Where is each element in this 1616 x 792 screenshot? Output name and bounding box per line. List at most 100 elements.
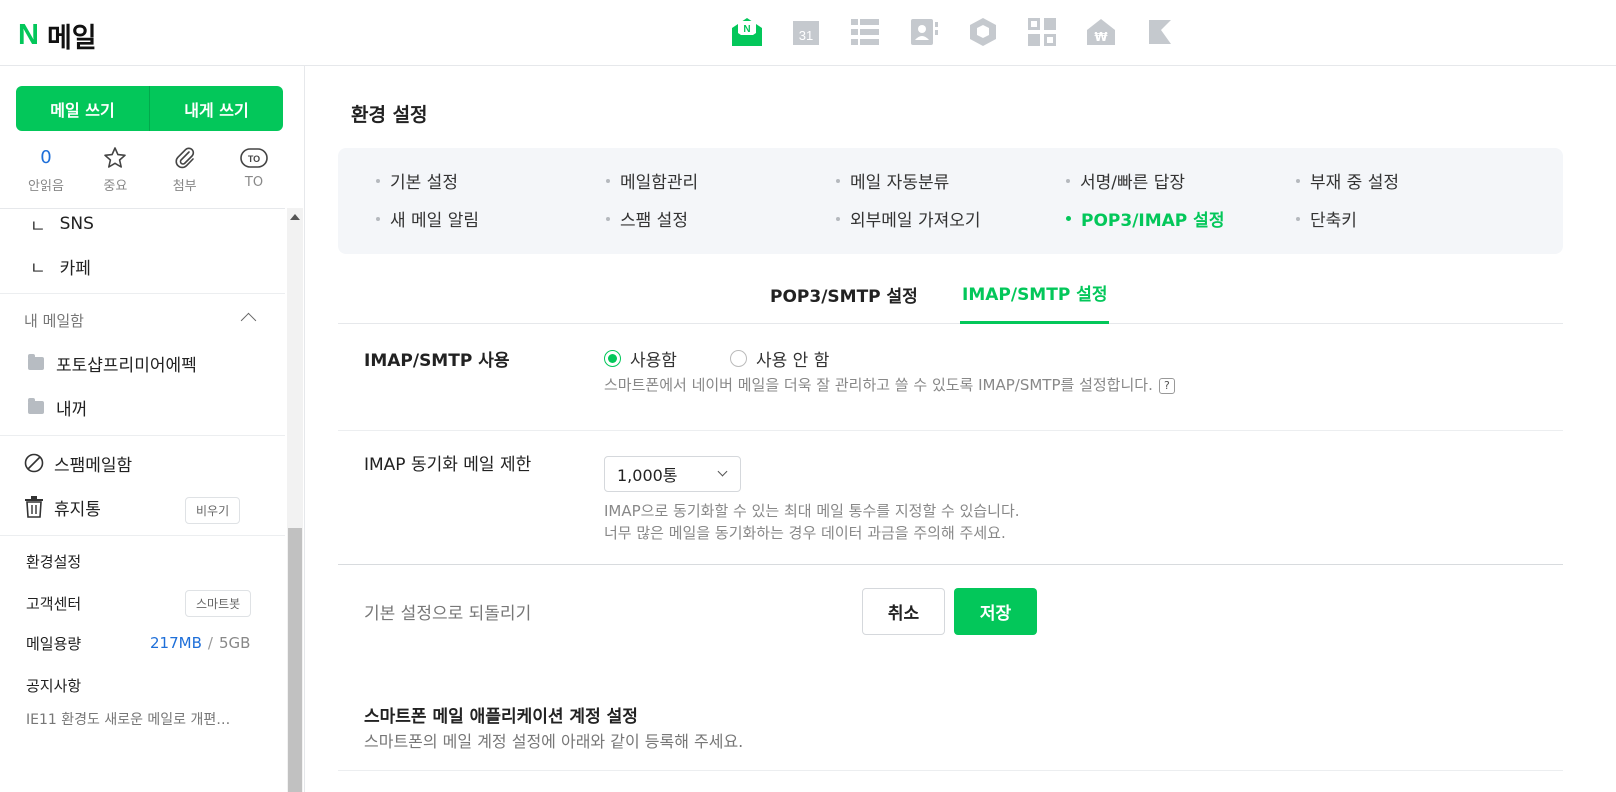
folder-icon [28, 397, 44, 414]
bullet-icon [1066, 216, 1071, 221]
chevron-up-icon[interactable] [240, 312, 257, 329]
mail-icon[interactable]: N [730, 15, 764, 49]
cancel-button[interactable]: 취소 [862, 588, 945, 635]
sync-limit-select[interactable]: 1,000통 [604, 456, 741, 492]
folder-label: 내꺼 [56, 399, 88, 420]
list-icon[interactable] [848, 15, 882, 49]
imap-description: 스마트폰에서 네이버 메일을 더욱 잘 관리하고 쓸 수 있도록 IMAP/SM… [604, 374, 1175, 396]
sidebar-item-cafe[interactable]: ㄴ 카페 [30, 253, 304, 279]
settings-main: 환경 설정 기본 설정 메일함관리 메일 자동분류 서명/빠른 답장 부재 중 … [306, 66, 1616, 792]
menu-mailbox-manage[interactable]: 메일함관리 [606, 168, 698, 193]
smartbot-button[interactable]: 스마트봇 [185, 590, 252, 617]
empty-trash-button[interactable]: 비우기 [185, 497, 241, 524]
storage-label: 메일용량 [26, 634, 82, 653]
menu-label: 스팸 설정 [620, 211, 688, 231]
bullet-icon [606, 216, 610, 221]
compose-group: 메일 쓰기 내게 쓰기 [16, 86, 283, 131]
menu-spam[interactable]: 스팸 설정 [606, 206, 688, 231]
menu-pop3-imap[interactable]: POP3/IMAP 설정 [1066, 206, 1224, 231]
divider [338, 430, 1563, 431]
write-to-self-button[interactable]: 내게 쓰기 [150, 86, 283, 131]
my-mailbox-header[interactable]: 내 메일함 [24, 309, 257, 331]
bullet-icon [836, 216, 840, 221]
my-mailbox-label: 내 메일함 [24, 311, 84, 330]
notice-text: IE11 환경도 새로운 메일로 개편… [26, 712, 231, 728]
menu-label: 메일함관리 [620, 173, 699, 193]
section-description: 스마트폰의 메일 계정 설정에 아래와 같이 등록해 주세요. [364, 732, 744, 751]
mailbox-list: ㄴ SNS ㄴ 카페 내 메일함 포토샵프리미어에펙 내꺼 스팸메일함 휴지통 … [0, 208, 285, 792]
tab-pop3-smtp[interactable]: POP3/SMTP 설정 [770, 264, 918, 324]
contacts-icon[interactable] [907, 15, 941, 49]
sync-desc-line1: IMAP으로 동기화할 수 있는 최대 메일 통수를 지정할 수 있습니다. [604, 502, 1020, 520]
help-icon[interactable]: ? [1158, 378, 1175, 394]
naver-logo-n: N [18, 19, 39, 51]
radio-label: 사용 안 함 [756, 351, 830, 371]
unread-filter[interactable]: 0 안읽음 [20, 146, 72, 194]
menu-label: 부재 중 설정 [1310, 173, 1400, 193]
menu-label: 새 메일 알림 [390, 211, 480, 231]
to-label: TO [244, 175, 264, 190]
sidebar-item-notice[interactable]: 공지사항 [26, 673, 304, 697]
sync-desc-line2: 너무 많은 메일을 동기화하는 경우 데이터 과금을 주의해 주세요. [604, 524, 1006, 542]
sidebar-scrollbar[interactable] [287, 208, 303, 792]
pay-icon[interactable]: ₩ [1084, 15, 1118, 49]
tab-imap-smtp[interactable]: IMAP/SMTP 설정 [960, 264, 1110, 324]
notice-link[interactable]: IE11 환경도 새로운 메일로 개편… [26, 707, 276, 731]
save-button[interactable]: 저장 [954, 588, 1037, 635]
scroll-up-icon[interactable] [290, 214, 300, 220]
important-label: 중요 [103, 179, 128, 194]
menu-auto-sort[interactable]: 메일 자동분류 [836, 168, 949, 193]
divider [0, 293, 285, 294]
sidebar-item-settings[interactable]: 환경설정 [26, 549, 304, 573]
menu-external-mail[interactable]: 외부메일 가져오기 [836, 206, 981, 231]
menu-basic[interactable]: 기본 설정 [376, 168, 458, 193]
divider [0, 435, 285, 436]
sidebar-item-support[interactable]: 고객센터 [26, 591, 81, 615]
bookmark-icon[interactable] [1143, 15, 1177, 49]
reset-defaults-link[interactable]: 기본 설정으로 되돌리기 [364, 599, 531, 624]
scrollbar-thumb[interactable] [288, 528, 302, 792]
protocol-tabs: POP3/SMTP 설정 IMAP/SMTP 설정 [338, 264, 1563, 324]
bullet-icon [376, 216, 380, 221]
calendar-day: 31 [799, 28, 813, 43]
attachment-filter[interactable]: 첨부 [159, 146, 211, 194]
sidebar-item-spam[interactable]: 스팸메일함 [24, 449, 304, 477]
bullet-icon [376, 178, 380, 183]
star-icon [103, 146, 127, 170]
quick-filters: 0 안읽음 중요 첨부 TO TO [20, 146, 280, 194]
bullet-icon [1296, 216, 1300, 221]
calendar-icon[interactable]: 31 [789, 15, 823, 49]
menu-label: 기본 설정 [390, 173, 458, 193]
sync-limit-label: IMAP 동기화 메일 제한 [364, 455, 532, 475]
attachment-label: 첨부 [172, 179, 197, 194]
to-icon: TO [240, 146, 268, 170]
support-label: 고객센터 [26, 594, 82, 613]
settings-menu: 기본 설정 메일함관리 메일 자동분류 서명/빠른 답장 부재 중 설정 새 메… [338, 148, 1563, 254]
sidebar-item-sns[interactable]: ㄴ SNS [30, 211, 304, 237]
sidebar-item-trash[interactable]: 휴지통 [24, 493, 304, 521]
important-filter[interactable]: 중요 [89, 146, 141, 194]
sync-limit-value: 1,000통 [617, 466, 678, 485]
radio-enable[interactable]: 사용함 [604, 346, 677, 371]
menu-new-mail-alert[interactable]: 새 메일 알림 [376, 206, 479, 231]
grid-icon[interactable] [1025, 15, 1059, 49]
block-icon [24, 453, 44, 473]
naver-mail-logo[interactable]: N 메일 [18, 16, 97, 55]
sidebar-item-label: 휴지통 [54, 499, 101, 520]
chevron-down-icon [717, 466, 728, 477]
compose-button[interactable]: 메일 쓰기 [16, 86, 149, 131]
bullet-icon [1066, 178, 1070, 183]
to-filter[interactable]: TO TO [228, 146, 280, 194]
menu-shortcuts[interactable]: 단축키 [1296, 206, 1357, 231]
folder-item[interactable]: 포토샵프리미어에펙 [28, 349, 304, 377]
menu-away[interactable]: 부재 중 설정 [1296, 168, 1399, 193]
sync-description: IMAP으로 동기화할 수 있는 최대 메일 통수를 지정할 수 있습니다. 너… [604, 500, 1020, 544]
unread-count: 0 [40, 147, 52, 168]
radio-unchecked-icon [730, 350, 747, 367]
box-icon[interactable] [966, 15, 1000, 49]
folder-icon [28, 353, 44, 370]
folder-item[interactable]: 내꺼 [28, 393, 304, 421]
radio-disable[interactable]: 사용 안 함 [730, 346, 829, 371]
bullet-icon [606, 178, 610, 183]
menu-signature[interactable]: 서명/빠른 답장 [1066, 168, 1185, 193]
